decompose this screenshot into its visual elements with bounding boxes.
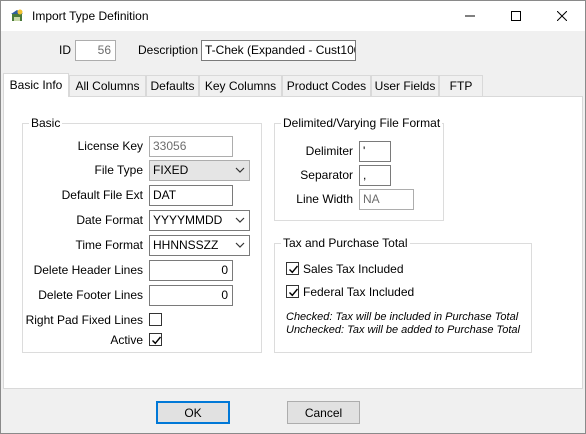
chevron-down-icon	[235, 242, 245, 248]
description-field[interactable]: T-Chek (Expanded - Cust100)	[201, 40, 356, 61]
description-label: Description	[138, 43, 199, 57]
delimiter-field[interactable]: '	[359, 141, 391, 162]
line-width-field[interactable]: NA	[359, 189, 414, 210]
active-checkbox[interactable]	[149, 333, 162, 346]
date-format-label: Date Format	[76, 213, 143, 227]
sales-tax-included-checkbox[interactable]	[286, 262, 299, 275]
tax-note-checked: Checked: Tax will be included in Purchas…	[286, 311, 519, 323]
default-file-ext-field[interactable]: DAT	[149, 185, 233, 206]
tab-user-fields[interactable]: User Fields	[371, 75, 439, 96]
time-format-value: HHNNSSZZ	[153, 238, 219, 252]
right-pad-fixed-lines-checkbox[interactable]	[149, 313, 162, 326]
button-bar: OK Cancel	[1, 389, 585, 433]
close-icon	[557, 11, 567, 21]
time-format-label: Time Format	[75, 238, 143, 252]
delete-footer-lines-field[interactable]: 0	[149, 285, 233, 306]
file-type-label: File Type	[94, 163, 143, 177]
tax-note-unchecked: Unchecked: Tax will be added to Purchase…	[286, 324, 520, 336]
tax-group: Tax and Purchase Total Sales Tax Include…	[274, 236, 532, 353]
tab-all-columns[interactable]: All Columns	[69, 75, 146, 96]
delimited-group-title: Delimited/Varying File Format	[281, 116, 443, 130]
delimited-group: Delimited/Varying File Format Delimiter …	[274, 116, 444, 221]
id-field[interactable]: 56	[75, 40, 116, 61]
default-file-ext-label: Default File Ext	[61, 188, 143, 202]
active-label: Active	[110, 333, 143, 347]
time-format-select[interactable]: HHNNSSZZ	[149, 235, 250, 256]
ok-button[interactable]: OK	[156, 401, 230, 424]
line-width-label: Line Width	[296, 192, 353, 206]
tab-ftp[interactable]: FTP	[439, 75, 483, 96]
cancel-button[interactable]: Cancel	[287, 401, 360, 424]
minimize-button[interactable]	[447, 1, 493, 31]
basic-group: Basic License Key 33056 File Type FIXED …	[22, 116, 262, 353]
id-label: ID	[59, 43, 71, 57]
sales-tax-included-label: Sales Tax Included	[303, 262, 404, 276]
close-button[interactable]	[539, 1, 585, 31]
separator-field[interactable]: ,	[359, 165, 391, 186]
chevron-down-icon	[235, 217, 245, 223]
license-key-label: License Key	[77, 139, 143, 153]
app-icon	[9, 8, 25, 24]
maximize-icon	[511, 11, 521, 21]
minimize-icon	[465, 15, 475, 17]
checkmark-icon	[289, 288, 299, 297]
checkmark-icon	[152, 336, 162, 345]
federal-tax-included-label: Federal Tax Included	[303, 285, 415, 299]
window-title: Import Type Definition	[32, 9, 149, 23]
basic-info-page: Basic License Key 33056 File Type FIXED …	[3, 96, 583, 389]
tab-product-codes[interactable]: Product Codes	[282, 75, 371, 96]
right-pad-fixed-lines-label: Right Pad Fixed Lines	[25, 313, 143, 327]
title-bar[interactable]: Import Type Definition	[1, 1, 585, 31]
delete-header-lines-label: Delete Header Lines	[33, 263, 143, 277]
file-type-value: FIXED	[153, 163, 189, 177]
tab-defaults[interactable]: Defaults	[146, 75, 199, 96]
delete-header-lines-field[interactable]: 0	[149, 260, 233, 281]
date-format-value: YYYYMMDD	[153, 213, 223, 227]
tab-key-columns[interactable]: Key Columns	[199, 75, 282, 96]
header-area: ID 56 Description T-Chek (Expanded - Cus…	[1, 31, 585, 73]
license-key-field[interactable]: 33056	[149, 136, 233, 157]
separator-label: Separator	[300, 168, 353, 182]
delete-footer-lines-label: Delete Footer Lines	[38, 288, 143, 302]
import-type-definition-window: Import Type Definition ID 56 Description…	[0, 0, 586, 434]
delimiter-label: Delimiter	[305, 144, 353, 158]
checkmark-icon	[289, 265, 299, 274]
maximize-button[interactable]	[493, 1, 539, 31]
chevron-down-icon	[235, 167, 245, 173]
basic-group-title: Basic	[29, 116, 63, 130]
federal-tax-included-checkbox[interactable]	[286, 285, 299, 298]
tab-basic-info[interactable]: Basic Info	[3, 73, 69, 97]
date-format-select[interactable]: YYYYMMDD	[149, 210, 250, 231]
tax-group-title: Tax and Purchase Total	[281, 236, 410, 250]
file-type-select[interactable]: FIXED	[149, 160, 250, 181]
